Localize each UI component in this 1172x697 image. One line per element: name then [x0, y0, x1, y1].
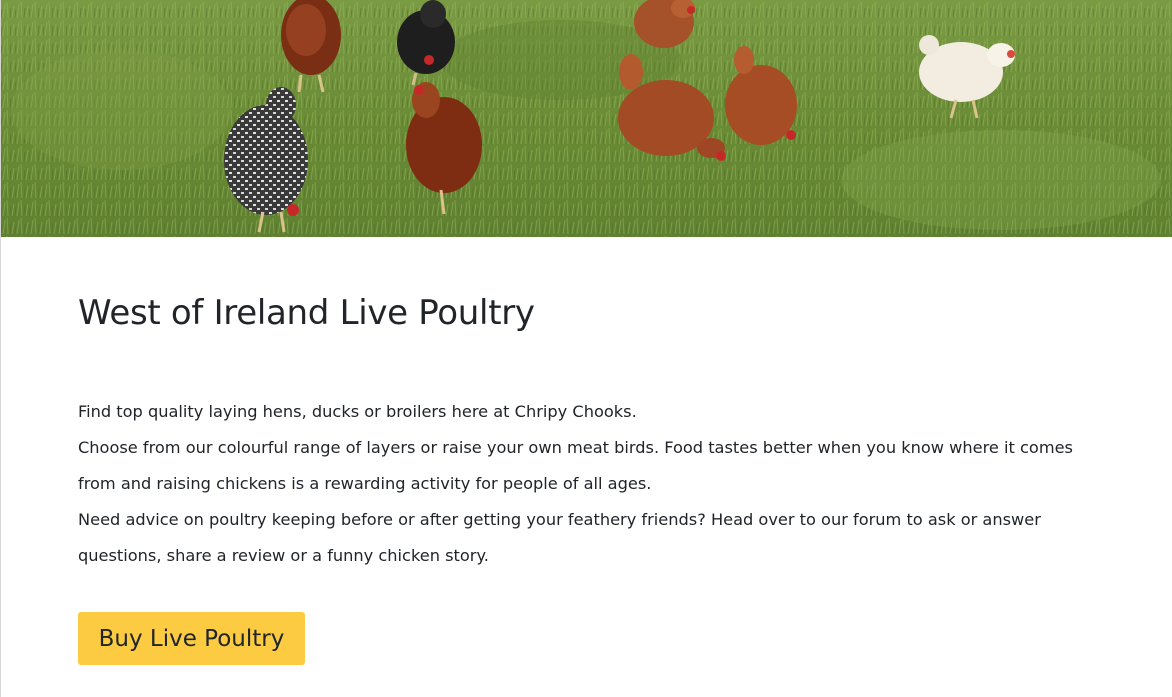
chickens-in-grass-photo-icon — [1, 0, 1172, 237]
intro-paragraph-3: Need advice on poultry keeping before or… — [78, 510, 1041, 565]
hero-banner — [1, 0, 1172, 237]
buy-live-poultry-button[interactable]: Buy Live Poultry — [78, 612, 305, 665]
intro-paragraph-2: Choose from our colourful range of layer… — [78, 438, 1073, 493]
intro-paragraph-1: Find top quality laying hens, ducks or b… — [78, 402, 637, 421]
page: West of Ireland Live Poultry Find top qu… — [0, 0, 1172, 697]
page-title: West of Ireland Live Poultry — [78, 293, 535, 333]
intro-text: Find top quality laying hens, ducks or b… — [78, 394, 1098, 574]
